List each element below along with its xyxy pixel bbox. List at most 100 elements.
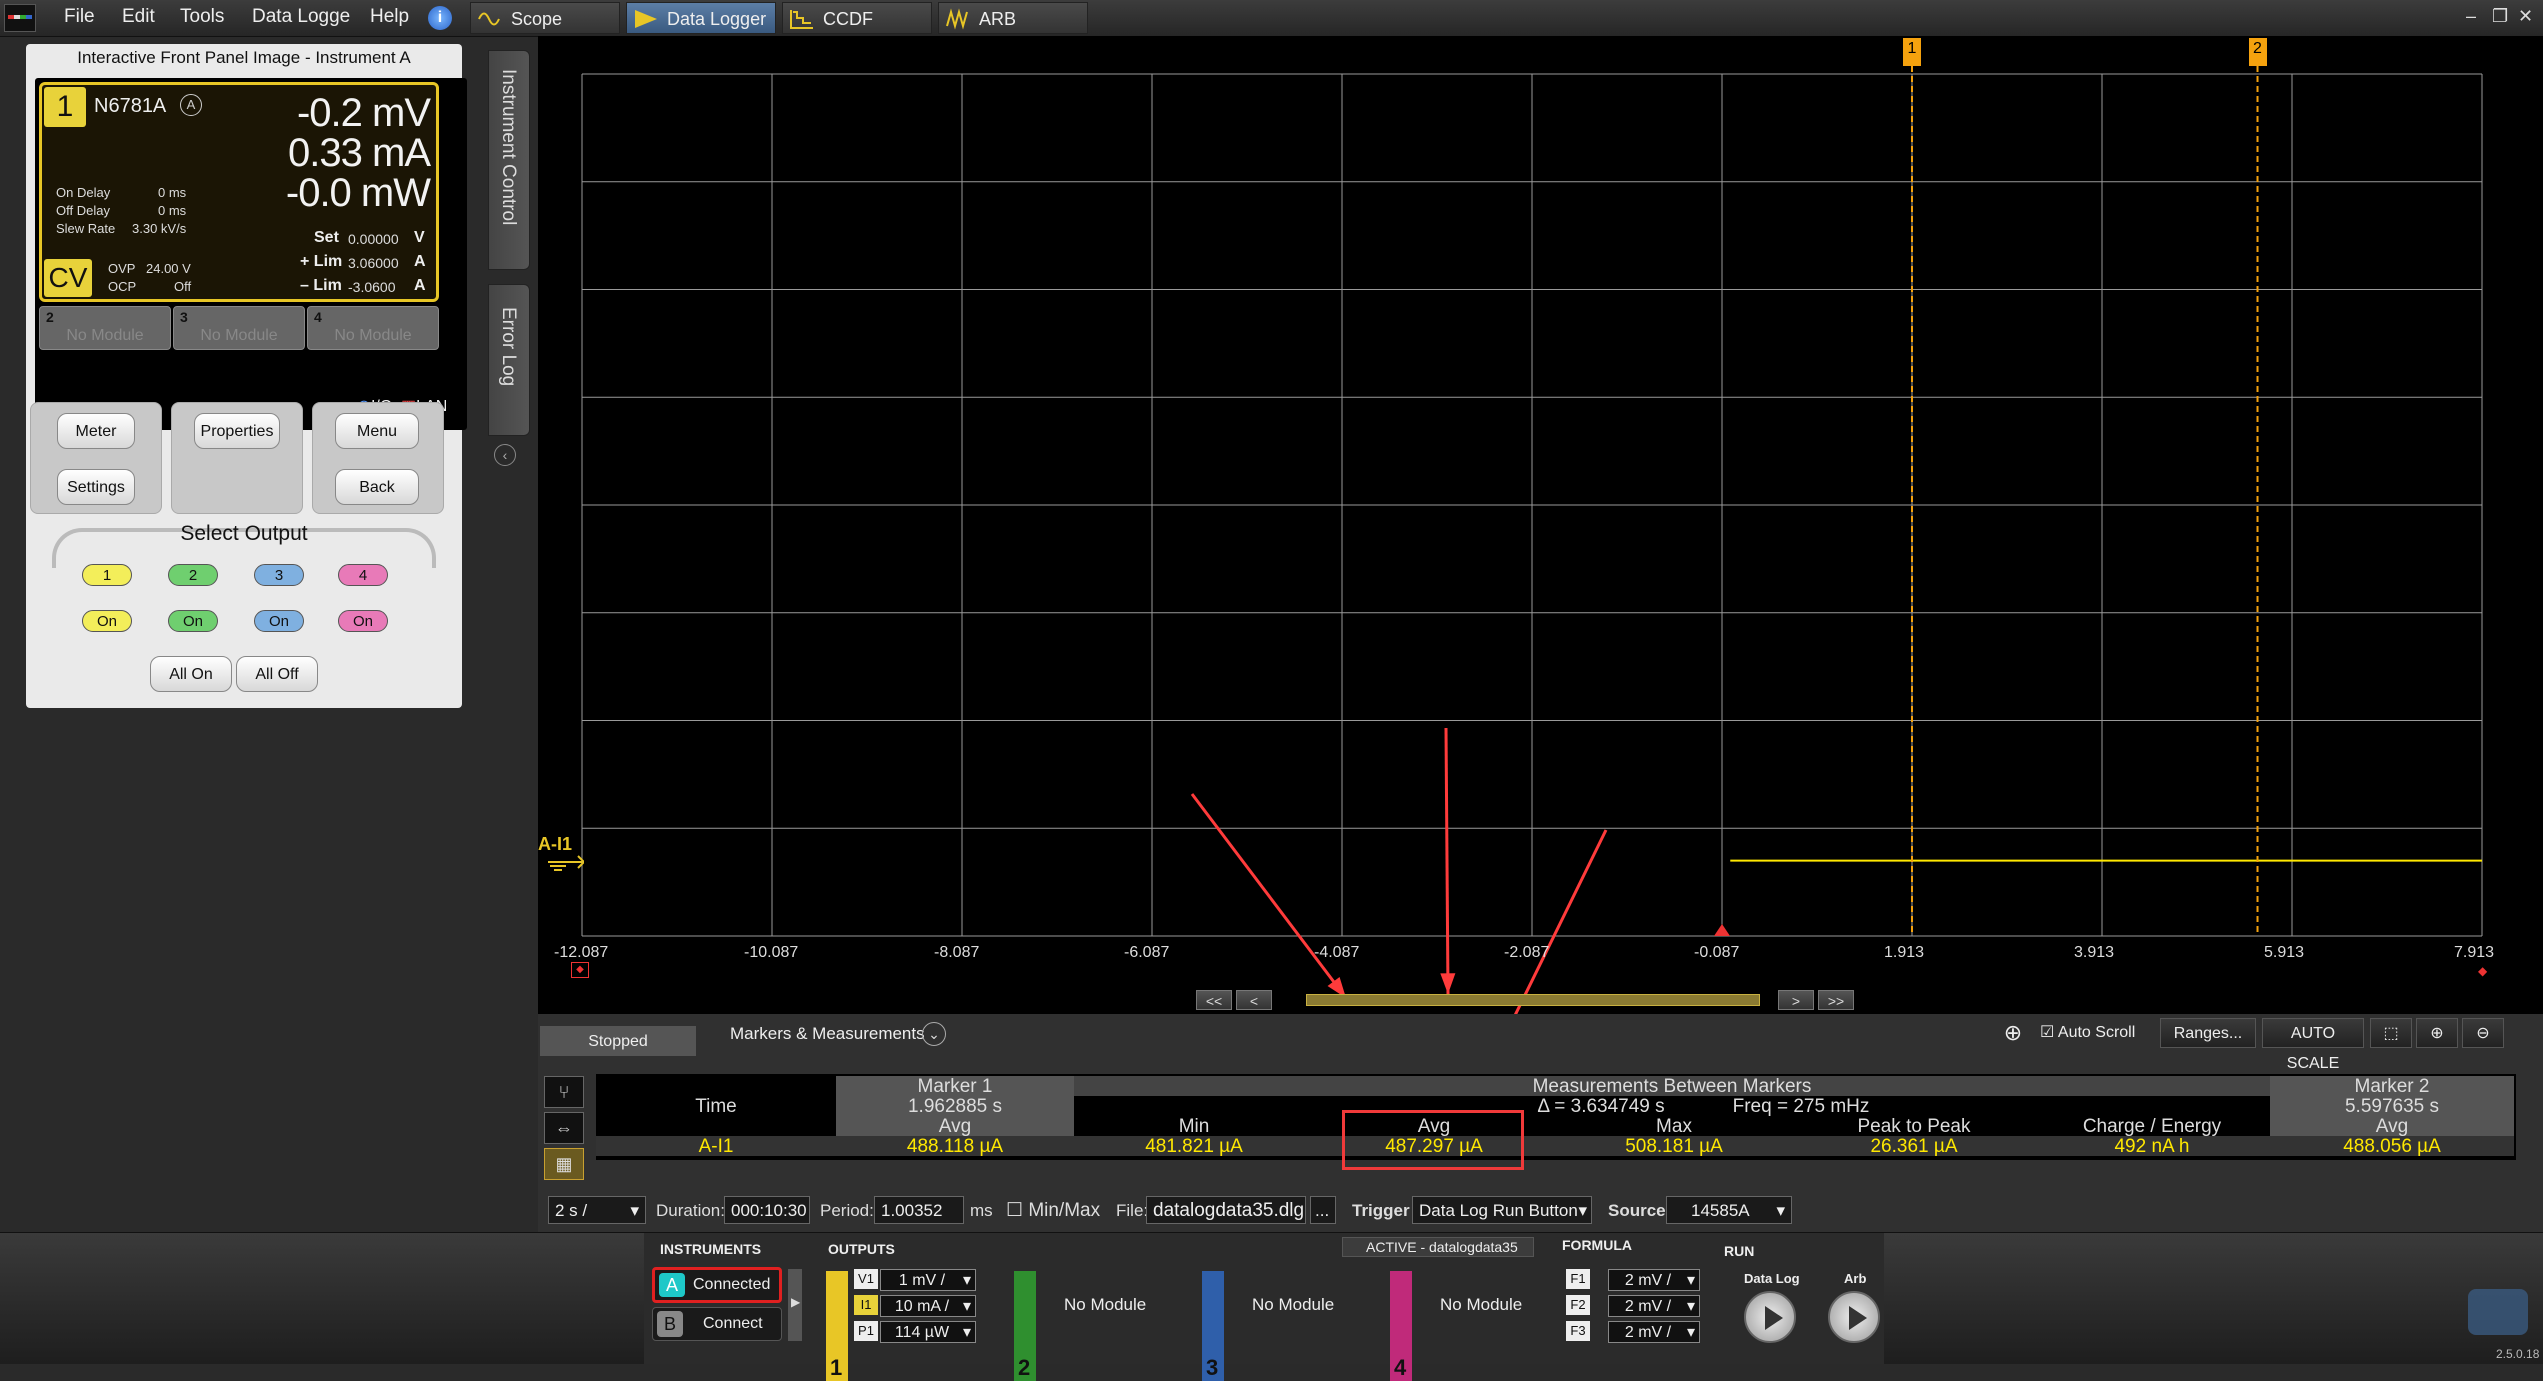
time-label: Time <box>695 1096 737 1117</box>
instrument-a-status: Connected <box>693 1276 771 1293</box>
f1-scale-dropdown[interactable]: 2 mV / ▾ <box>1608 1269 1700 1291</box>
highlight-box <box>1342 1110 1524 1170</box>
f1-tag[interactable]: F1 <box>1566 1269 1590 1289</box>
browse-file-button[interactable]: ... <box>1310 1196 1336 1224</box>
marker-2-avg-header: Avg <box>2375 1116 2409 1137</box>
dropdown-arrow-icon: ▾ <box>1686 1298 1695 1315</box>
source-value: 14585A <box>1691 1201 1750 1220</box>
plot-grid <box>581 73 2483 937</box>
instruments-label: INSTRUMENTS <box>660 1241 762 1257</box>
right-range-indicator[interactable]: ◆ <box>2478 964 2487 978</box>
f3-scale-dropdown[interactable]: 2 mV / ▾ <box>1608 1321 1700 1343</box>
file-label: File: <box>1116 1201 1149 1220</box>
ranges-button[interactable]: Ranges... <box>2160 1018 2256 1048</box>
duration-input[interactable]: 000:10:30 <box>724 1196 810 1224</box>
nav-first-button[interactable]: << <box>1196 990 1232 1010</box>
markers-group[interactable] <box>1911 66 2259 936</box>
zoom-in-icon[interactable]: ⊕ <box>2416 1018 2458 1048</box>
marker-2-time: 5.597635 s <box>2344 1096 2440 1117</box>
x-tick-label: -8.087 <box>934 944 980 961</box>
x-tick-label: -2.087 <box>1504 944 1550 961</box>
left-range-indicator[interactable]: ◆ <box>571 962 589 978</box>
bottom-toolbar: INSTRUMENTS OUTPUTS ACTIVE - datalogdata… <box>0 1232 2543 1381</box>
dropdown-arrow-icon: ▾ <box>1578 1201 1587 1220</box>
ground-icon[interactable] <box>544 852 584 876</box>
checkbox-icon: ☐ <box>1006 1200 1029 1221</box>
v1-scale-dropdown[interactable]: 1 mV / ▾ <box>880 1269 976 1291</box>
period-input[interactable]: 1.00352 <box>874 1196 964 1224</box>
instrument-a-connect[interactable]: A Connected <box>652 1267 782 1303</box>
scroll-thumb[interactable] <box>1306 994 1760 1006</box>
trace-group <box>1714 859 2482 936</box>
datalog-play-button[interactable] <box>1744 1291 1796 1343</box>
x-tick-label: -4.087 <box>1314 944 1360 961</box>
x-tick-label: 5.913 <box>2264 944 2305 961</box>
charge-energy-value: 492 nA h <box>2114 1136 2190 1157</box>
zoom-box-icon[interactable]: ⬚ <box>2370 1018 2412 1048</box>
source-label: Source <box>1608 1201 1666 1220</box>
marker-2-handle[interactable]: 2 <box>2248 38 2267 66</box>
datalog-run-label: Data Log <box>1744 1271 1800 1286</box>
f3-tag[interactable]: F3 <box>1566 1321 1590 1341</box>
f2-scale-value: 2 mV / <box>1624 1298 1672 1315</box>
version-label: 2.5.0.18 <box>2496 1347 2540 1361</box>
period-unit: ms <box>970 1201 993 1220</box>
x-tick-label: 7.913 <box>2454 944 2495 961</box>
between-markers-header: Measurements Between Markers <box>1532 1076 1812 1097</box>
measurements-table: Marker 1 Measurements Between Markers Ma… <box>596 1074 2516 1170</box>
trigger-dropdown[interactable]: Data Log Run Button ▾ <box>1412 1196 1592 1224</box>
crosshair-icon[interactable]: ⊕ <box>2000 1020 2026 1046</box>
min-header: Min <box>1178 1116 1210 1137</box>
minmax-label: Min/Max <box>1028 1200 1101 1221</box>
period-label: Period: <box>820 1201 874 1220</box>
f3-scale-value: 2 mV / <box>1624 1324 1672 1341</box>
x-tick-label: 1.913 <box>1884 944 1925 961</box>
max-header: Max <box>1656 1116 1692 1137</box>
timebase-dropdown[interactable]: 2 s / ▾ <box>548 1196 646 1224</box>
output-1-number: 1 <box>830 1355 843 1380</box>
nav-last-button[interactable]: >> <box>1818 990 1854 1010</box>
marker-1-handle[interactable]: 1 <box>1903 38 1921 66</box>
source-dropdown[interactable]: 14585A ▾ <box>1666 1196 1792 1224</box>
peak-to-peak-value: 26.361 µA <box>1870 1136 1958 1157</box>
expand-instruments-arrow-icon[interactable]: ▶ <box>788 1269 802 1341</box>
nav-prev-button[interactable]: < <box>1236 990 1272 1010</box>
p1-scale-value: 114 µW <box>894 1324 950 1341</box>
arb-play-button[interactable] <box>1828 1291 1880 1343</box>
file-name-input[interactable]: datalogdata35.dlg <box>1146 1196 1306 1224</box>
auto-scale-button[interactable]: AUTO SCALE <box>2262 1018 2364 1072</box>
minmax-checkbox[interactable]: ☐ Min/Max <box>1006 1199 1100 1222</box>
marker-2-header: Marker 2 <box>2354 1076 2430 1097</box>
grid-view-icon[interactable]: ▦ <box>544 1148 584 1180</box>
f2-scale-dropdown[interactable]: 2 mV / ▾ <box>1608 1295 1700 1317</box>
v1-tag: V1 <box>854 1269 878 1289</box>
instrument-a-badge: A <box>659 1273 685 1297</box>
nav-next-button[interactable]: > <box>1778 990 1814 1010</box>
timebase-value: 2 s / <box>555 1201 588 1220</box>
horizontal-measure-icon[interactable]: ⇔ <box>544 1112 584 1144</box>
p1-scale-dropdown[interactable]: 114 µW ▾ <box>880 1321 976 1343</box>
expand-chevron-icon[interactable]: ⌄ <box>922 1022 946 1046</box>
active-file-label: ACTIVE - datalogdata35 <box>1366 1239 1518 1255</box>
marker-1-time: 1.962885 s <box>907 1096 1003 1117</box>
output-1-strip: 1 <box>826 1271 848 1381</box>
auto-scroll-toggle[interactable]: ☑ Auto Scroll <box>2040 1022 2135 1042</box>
x-tick-label: -10.087 <box>744 944 799 961</box>
i1-scale-dropdown[interactable]: 10 mA / ▾ <box>880 1295 976 1317</box>
dropdown-arrow-icon: ▾ <box>1686 1272 1695 1289</box>
instrument-b-badge: B <box>657 1311 683 1337</box>
dropdown-arrow-icon: ▾ <box>962 1324 971 1341</box>
output-2-strip: 2 <box>1014 1271 1036 1381</box>
x-tick-label: 3.913 <box>2074 944 2115 961</box>
trigger-point-marker <box>1714 924 1730 936</box>
marker-tool-icon[interactable]: ⑂ <box>544 1076 584 1108</box>
frequency: Freq = 275 mHz <box>1732 1096 1870 1117</box>
instrument-b-connect[interactable]: B Connect <box>652 1307 782 1341</box>
output-4-number: 4 <box>1394 1355 1407 1380</box>
zoom-out-icon[interactable]: ⊖ <box>2462 1018 2504 1048</box>
chat-bubble-icon[interactable] <box>2468 1289 2528 1335</box>
run-status: Stopped <box>540 1026 696 1056</box>
dropdown-arrow-icon: ▾ <box>962 1272 971 1289</box>
f2-tag[interactable]: F2 <box>1566 1295 1590 1315</box>
output-3-no-module: No Module <box>1252 1295 1335 1314</box>
